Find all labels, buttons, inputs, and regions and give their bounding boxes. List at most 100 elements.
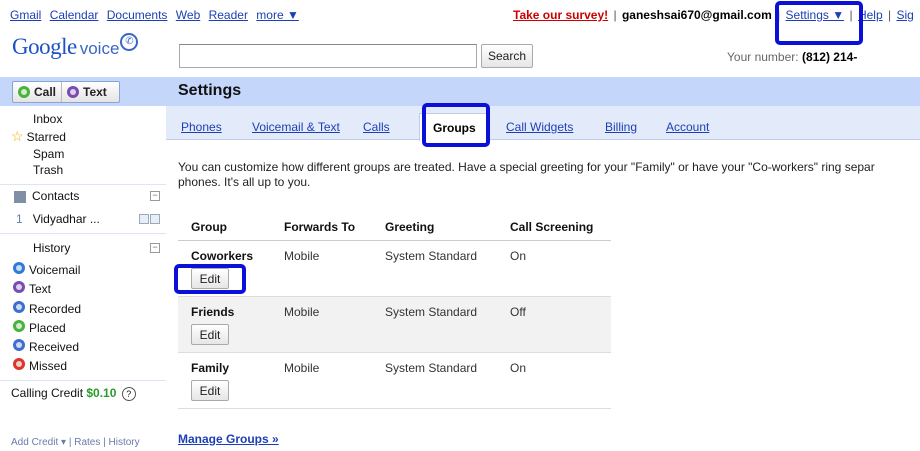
sidebar: Inbox ☆ Starred Spam Trash Contacts − 1 Vi… <box>0 106 166 451</box>
text-button[interactable]: Text <box>62 82 107 102</box>
call-button-label: Call <box>34 85 57 99</box>
documents-link[interactable]: Documents <box>107 8 168 22</box>
sidebar-item-starred[interactable]: ☆ Starred <box>11 128 177 145</box>
column-header-forwards-to: Forwards To <box>284 220 356 234</box>
group-name: Family <box>191 361 230 375</box>
sidebar-item-voicemail[interactable]: Voicemail <box>13 262 179 277</box>
voicemail-icon <box>13 262 25 274</box>
contact-count: 1 <box>16 212 23 226</box>
sidebar-item-text[interactable]: Text <box>13 281 179 296</box>
groups-description: You can customize how different groups a… <box>178 160 875 189</box>
settings-tabs: Phones Voicemail & Text Calls Groups Cal… <box>166 106 920 141</box>
settings-highlight-box <box>775 1 863 45</box>
tab-voicemail-text[interactable]: Voicemail & Text <box>252 120 340 134</box>
credit-label: Calling Credit <box>11 386 84 400</box>
edit-button-highlight-box <box>174 264 246 294</box>
greeting: System Standard <box>385 305 478 319</box>
edit-family-button[interactable]: Edit <box>191 380 229 401</box>
missed-icon <box>13 358 25 370</box>
forwards-to: Mobile <box>284 305 320 319</box>
greeting: System Standard <box>385 361 478 375</box>
column-header-call-screening: Call Screening <box>510 220 594 234</box>
sidebar-item-missed[interactable]: Missed <box>13 358 179 373</box>
contact-item[interactable]: 1 Vidyadhar ... <box>16 212 166 226</box>
column-header-greeting: Greeting <box>385 220 435 234</box>
sidebar-divider <box>0 233 166 234</box>
divider: | <box>103 437 106 448</box>
sidebar-item-contacts[interactable]: Contacts − <box>14 189 166 203</box>
sign-out-link[interactable]: Sig <box>896 8 913 22</box>
contact-name: Vidyadhar ... <box>32 212 100 226</box>
sidebar-item-label: Placed <box>29 321 66 335</box>
calendar-link[interactable]: Calendar <box>50 8 99 22</box>
tab-call-widgets[interactable]: Call Widgets <box>506 120 573 134</box>
table-header: Group Forwards To Greeting Call Screenin… <box>178 211 611 241</box>
history-link[interactable]: History <box>109 437 140 448</box>
group-name: Coworkers <box>191 249 254 263</box>
tab-account[interactable]: Account <box>666 120 709 134</box>
contacts-icon <box>14 190 26 203</box>
forwards-to: Mobile <box>284 361 320 375</box>
search-input[interactable] <box>179 44 477 68</box>
reader-link[interactable]: Reader <box>209 8 248 22</box>
sidebar-item-label: Text <box>29 282 52 296</box>
sidebar-item-label: Starred <box>26 130 66 144</box>
text-icon <box>67 86 80 98</box>
gmail-link[interactable]: Gmail <box>10 8 41 22</box>
sidebar-item-spam[interactable]: Spam <box>33 147 199 161</box>
recorded-icon <box>13 301 25 313</box>
group-name: Friends <box>191 305 235 319</box>
call-button[interactable]: Call <box>13 82 63 102</box>
google-voice-logo[interactable]: Google voice ✆ <box>12 33 139 64</box>
table-row: Family Mobile System Standard On Edit <box>178 353 611 409</box>
text-icon <box>13 281 25 293</box>
voice-wordmark: voice <box>79 39 120 58</box>
your-number-value: (812) 214- <box>801 50 858 64</box>
call-contact-icon[interactable] <box>139 214 149 224</box>
tab-calls[interactable]: Calls <box>363 120 390 134</box>
greeting: System Standard <box>385 249 478 263</box>
tab-phones[interactable]: Phones <box>181 120 222 134</box>
sidebar-divider <box>0 184 166 185</box>
sidebar-item-received[interactable]: Received <box>13 339 179 354</box>
sidebar-item-label: Recorded <box>29 302 82 316</box>
received-icon <box>13 339 25 351</box>
text-contact-icon[interactable] <box>150 214 160 224</box>
call-text-button-group: Call Text <box>12 81 120 103</box>
sidebar-divider <box>0 380 166 381</box>
your-number: Your number: (812) 214- <box>727 50 857 64</box>
sidebar-item-label: Received <box>29 340 80 354</box>
survey-link[interactable]: Take our survey! <box>513 8 608 22</box>
help-icon[interactable]: ? <box>121 387 136 401</box>
search-button[interactable]: Search <box>481 44 533 68</box>
sidebar-item-placed[interactable]: Placed <box>13 320 179 335</box>
phone-icon: ✆ <box>120 33 139 51</box>
your-number-label: Your number: <box>727 50 799 64</box>
edit-friends-button[interactable]: Edit <box>191 324 229 345</box>
credit-value: $0.10 <box>86 386 117 400</box>
add-credit-link[interactable]: Add Credit ▾ <box>11 437 66 448</box>
text-button-label: Text <box>83 85 107 99</box>
sidebar-item-label: Contacts <box>32 189 80 203</box>
forwards-to: Mobile <box>284 249 320 263</box>
groups-tab-highlight-box <box>422 103 490 147</box>
contact-actions <box>138 213 160 227</box>
divider: | <box>68 437 72 448</box>
google-wordmark: Google <box>12 34 77 59</box>
rates-link[interactable]: Rates <box>74 437 100 448</box>
header-band <box>0 77 920 106</box>
sidebar-item-history[interactable]: History − <box>33 241 166 255</box>
manage-groups-link[interactable]: Manage Groups » <box>178 432 279 446</box>
collapse-icon[interactable]: − <box>150 191 160 201</box>
collapse-icon[interactable]: − <box>150 243 160 253</box>
tab-billing[interactable]: Billing <box>605 120 637 134</box>
sidebar-item-label: History <box>33 241 71 255</box>
call-screening: On <box>510 249 527 263</box>
sidebar-item-recorded[interactable]: Recorded <box>13 301 179 316</box>
page-title: Settings <box>178 82 242 99</box>
column-header-group: Group <box>191 220 227 234</box>
more-menu-link[interactable]: more ▼ <box>256 8 299 22</box>
table-row: Friends Mobile System Standard Off Edit <box>178 297 611 353</box>
sidebar-item-trash[interactable]: Trash <box>33 163 199 177</box>
web-link[interactable]: Web <box>176 8 200 22</box>
